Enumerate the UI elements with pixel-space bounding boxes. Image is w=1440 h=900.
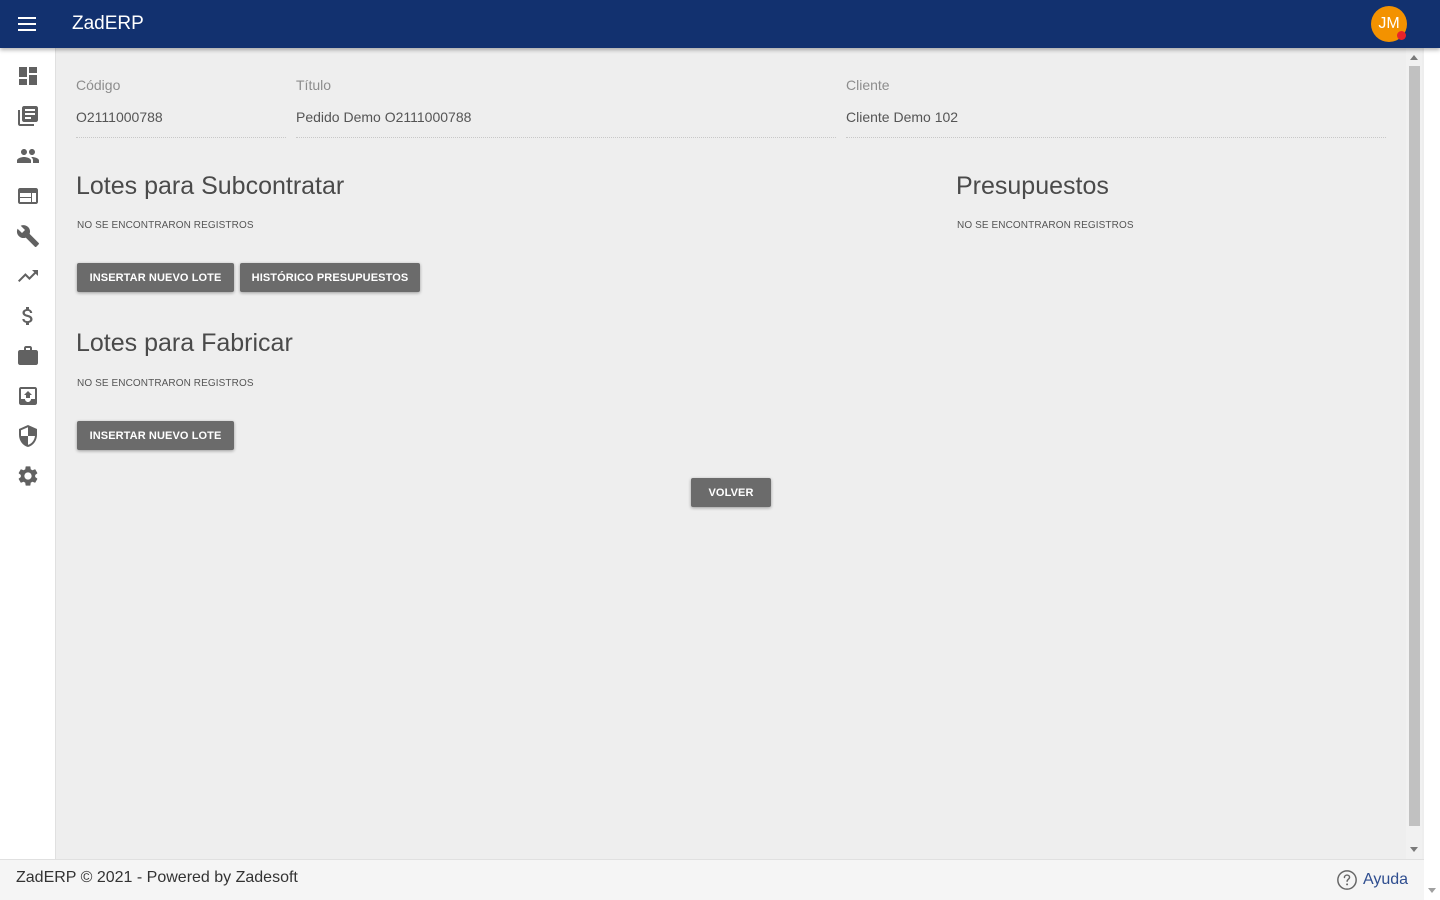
user-avatar[interactable]: JM	[1371, 6, 1407, 42]
content-scrollbar[interactable]	[1406, 48, 1422, 859]
back-button[interactable]: VOLVER	[691, 478, 771, 507]
code-label: Código	[76, 77, 121, 93]
subcontract-insert-lot-button[interactable]: INSERTAR NUEVO LOTE	[77, 263, 234, 292]
sidebar-item-settings[interactable]	[8, 456, 48, 496]
page-scrollbar[interactable]	[1424, 0, 1440, 900]
budget-history-button[interactable]: HISTÓRICO PRESUPUESTOS	[240, 263, 420, 292]
client-label: Cliente	[846, 77, 890, 93]
scroll-thumb[interactable]	[1409, 66, 1420, 826]
sidebar-item-catalog[interactable]	[8, 96, 48, 136]
subcontract-section-title: Lotes para Subcontratar	[76, 172, 345, 200]
briefcase-icon	[18, 346, 38, 365]
sidebar-item-finance[interactable]	[8, 296, 48, 336]
sidebar-item-people[interactable]	[8, 136, 48, 176]
budgets-empty-text: NO SE ENCONTRARON REGISTROS	[957, 220, 1134, 231]
footer: ZadERP © 2021 - Powered by Zadesoft Ayud…	[0, 859, 1424, 900]
wrench-icon	[16, 225, 39, 247]
manufacture-section-title: Lotes para Fabricar	[76, 329, 293, 357]
user-initials: JM	[1378, 15, 1400, 32]
manufacture-empty-text: NO SE ENCONTRARON REGISTROS	[77, 378, 254, 389]
help-link[interactable]: Ayuda	[1336, 868, 1408, 892]
sidebar-item-security[interactable]	[8, 416, 48, 456]
subcontract-empty-text: NO SE ENCONTRARON REGISTROS	[77, 220, 254, 231]
library-books-icon	[18, 106, 38, 126]
top-app-bar: ZadERP JM	[0, 0, 1440, 48]
title-value: Pedido Demo O2111000788	[296, 109, 472, 125]
sidebar-item-tools[interactable]	[8, 216, 48, 256]
app-title: ZadERP	[72, 13, 144, 34]
trending-up-icon	[18, 270, 38, 282]
dollar-icon	[22, 307, 33, 325]
dashboard-icon	[19, 67, 37, 85]
hamburger-menu-icon[interactable]	[14, 12, 42, 36]
help-link-label: Ayuda	[1363, 871, 1409, 888]
notification-dot	[1397, 31, 1406, 40]
sidebar-item-dashboard[interactable]	[8, 56, 48, 96]
code-underline	[76, 137, 286, 138]
help-circle-icon	[1337, 870, 1357, 890]
footer-copyright: ZadERP © 2021 - Powered by Zadesoft	[16, 869, 298, 886]
sidebar	[0, 48, 56, 859]
title-label: Título	[296, 77, 332, 93]
sidebar-item-trends[interactable]	[8, 256, 48, 296]
archive-upload-icon	[19, 387, 37, 405]
people-icon	[17, 149, 39, 163]
code-value: O2111000788	[76, 109, 163, 125]
client-underline	[846, 137, 1386, 138]
scroll-down-arrow-icon[interactable]	[1410, 847, 1418, 852]
page-scroll-down-arrow-icon[interactable]	[1428, 888, 1436, 893]
sidebar-item-business[interactable]	[8, 336, 48, 376]
client-value: Cliente Demo 102	[846, 109, 959, 125]
gear-icon	[18, 466, 38, 486]
title-underline	[296, 137, 836, 138]
budgets-section-title: Presupuestos	[956, 172, 1109, 200]
web-window-icon	[18, 188, 38, 204]
manufacture-insert-lot-button[interactable]: INSERTAR NUEVO LOTE	[77, 421, 234, 450]
sidebar-item-window[interactable]	[8, 176, 48, 216]
shield-icon	[19, 425, 37, 447]
main-content: Código O2111000788 Título Pedido Demo O2…	[56, 48, 1406, 859]
sidebar-item-storage[interactable]	[8, 376, 48, 416]
scroll-up-arrow-icon[interactable]	[1410, 55, 1418, 60]
